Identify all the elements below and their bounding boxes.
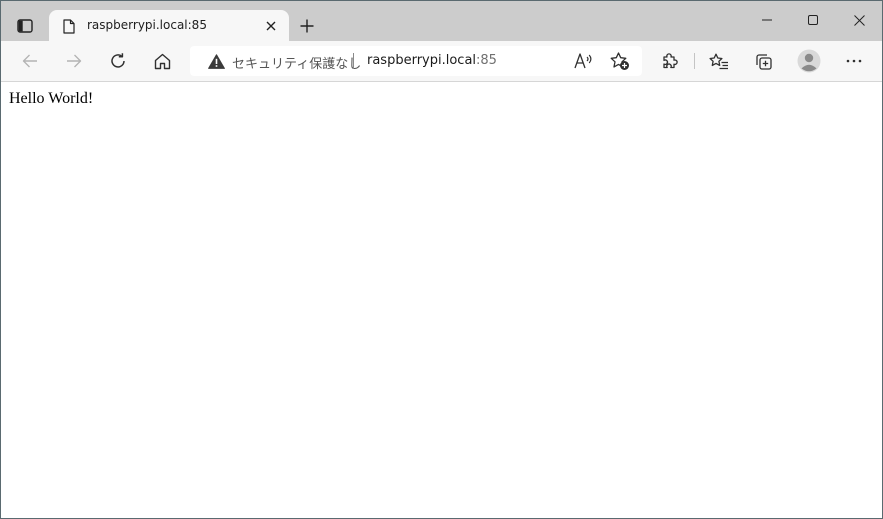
read-aloud-button[interactable] <box>572 49 596 73</box>
home-button[interactable] <box>146 45 178 77</box>
security-status-label[interactable]: セキュリティ保護なし <box>232 53 361 72</box>
collections-icon <box>755 53 772 70</box>
refresh-icon <box>111 53 125 68</box>
maximize-button[interactable] <box>790 1 836 41</box>
more-icon <box>846 59 862 63</box>
browser-window: raspberrypi.local:85 セキュリティ保護なし raspberr… <box>0 0 883 519</box>
tab-actions-icon <box>17 19 33 33</box>
star-plus-icon <box>610 51 629 70</box>
arrow-right-icon <box>67 54 82 68</box>
address-bar[interactable]: セキュリティ保護なし raspberrypi.local:85 <box>190 46 642 76</box>
refresh-button[interactable] <box>102 45 134 77</box>
window-controls <box>744 1 882 41</box>
tab-title: raspberrypi.local:85 <box>87 18 207 32</box>
tab-actions-button[interactable] <box>7 11 43 41</box>
read-aloud-icon <box>574 53 592 69</box>
arrow-left-icon <box>22 54 37 68</box>
toolbar-divider <box>694 53 695 69</box>
avatar-icon <box>797 49 821 73</box>
page-icon <box>61 17 77 35</box>
puzzle-icon <box>663 53 678 69</box>
favorites-list-icon <box>709 53 728 69</box>
maximize-icon <box>808 15 818 25</box>
toolbar: セキュリティ保護なし raspberrypi.local:85 <box>1 41 882 82</box>
warning-triangle-icon[interactable] <box>207 53 225 69</box>
forward-button[interactable] <box>58 45 90 77</box>
add-favorite-button[interactable] <box>608 49 632 73</box>
tab-close-button[interactable] <box>261 16 281 36</box>
active-tab[interactable]: raspberrypi.local:85 <box>49 10 289 41</box>
settings-menu-button[interactable] <box>838 45 870 77</box>
extensions-button[interactable] <box>654 45 686 77</box>
collections-button[interactable] <box>747 45 779 77</box>
minimize-button[interactable] <box>744 1 790 41</box>
home-icon <box>154 53 170 69</box>
address-separator <box>353 53 354 69</box>
favorites-button[interactable] <box>703 45 735 77</box>
url-port: :85 <box>476 53 497 68</box>
plus-icon <box>300 19 314 33</box>
new-tab-button[interactable] <box>293 13 321 39</box>
title-bar: raspberrypi.local:85 <box>1 1 882 41</box>
url-text[interactable]: raspberrypi.local:85 <box>367 53 497 68</box>
profile-button[interactable] <box>793 45 825 77</box>
close-window-button[interactable] <box>836 1 882 41</box>
close-icon <box>266 21 276 31</box>
close-window-icon <box>853 14 865 26</box>
page-body-text: Hello World! <box>9 90 94 107</box>
page-content: Hello World! <box>1 82 882 518</box>
url-host: raspberrypi.local <box>367 53 477 68</box>
minimize-icon <box>762 19 772 21</box>
back-button[interactable] <box>14 45 46 77</box>
